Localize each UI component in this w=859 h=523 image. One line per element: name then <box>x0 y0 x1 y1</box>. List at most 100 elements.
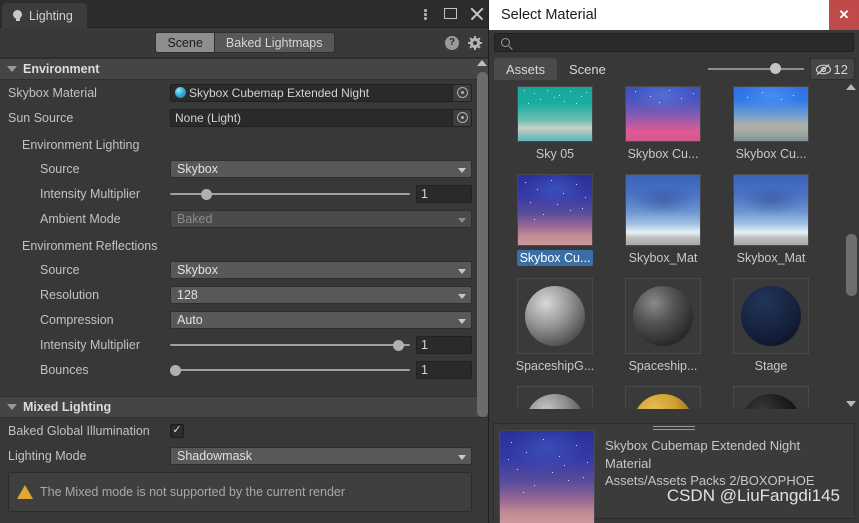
slider-refl-intensity-multiplier[interactable]: 1 <box>170 335 472 354</box>
asset-item[interactable] <box>501 386 609 409</box>
scrollbar-thumb[interactable] <box>477 72 488 417</box>
row-sun-source: Sun Source None (Light) <box>0 105 490 130</box>
tab-scene[interactable]: Scene <box>557 58 618 80</box>
visibility-badge[interactable]: 12 <box>809 58 855 80</box>
field-sun-source[interactable]: None (Light) <box>170 108 472 127</box>
maximize-button[interactable] <box>444 7 458 21</box>
chevron-down-icon <box>458 217 466 223</box>
asset-label: Skybox Cu... <box>735 147 807 161</box>
asset-item[interactable]: Skybox Cu... <box>609 86 717 162</box>
label-refl-bounces: Bounces <box>40 362 89 377</box>
dropdown-refl-compression[interactable]: Auto <box>170 310 472 329</box>
close-icon[interactable] <box>470 7 484 21</box>
material-icon <box>175 87 186 98</box>
lighting-toolbar-actions: ? <box>445 28 482 58</box>
label-env-intensity-multiplier: Intensity Multiplier <box>40 186 141 201</box>
dropdown-refl-resolution[interactable]: 128 <box>170 285 472 304</box>
scrollbar-thumb[interactable] <box>846 234 857 296</box>
asset-thumbnail <box>625 278 701 354</box>
asset-item[interactable]: Sky 05 <box>501 86 609 162</box>
eye-crossed-icon <box>815 63 832 76</box>
gear-icon[interactable] <box>468 36 482 50</box>
label-baked-global-illumination: Baked Global Illumination <box>8 423 150 438</box>
value-lighting-mode: Shadowmask <box>177 448 253 463</box>
chevron-down-icon <box>458 167 466 173</box>
slider-env-intensity-multiplier[interactable]: 1 <box>170 184 472 203</box>
lighting-vertical-scrollbar[interactable] <box>477 60 488 517</box>
asset-item[interactable] <box>717 386 825 409</box>
tabs-right-controls: 12 <box>707 58 855 80</box>
row-env-intensity-multiplier: Intensity Multiplier 1 <box>0 181 490 206</box>
asset-thumbnail <box>625 174 701 246</box>
scroll-down-icon[interactable] <box>846 401 856 407</box>
asset-thumbnail <box>733 278 809 354</box>
value-refl-bounces[interactable]: 1 <box>416 360 472 379</box>
group-label-environment-lighting: Environment Lighting <box>22 138 140 152</box>
value-refl-resolution: 128 <box>177 287 198 302</box>
label-ambient-mode: Ambient Mode <box>40 211 121 226</box>
tab-assets[interactable]: Assets <box>494 58 558 80</box>
search-input[interactable] <box>515 35 853 50</box>
search-box[interactable] <box>494 33 854 52</box>
asset-grid-scrollbar[interactable] <box>846 84 857 407</box>
row-ambient-mode: Ambient Mode Baked <box>0 206 490 231</box>
asset-item[interactable]: Skybox Cu... <box>501 174 609 266</box>
section-header-environment[interactable]: Environment <box>0 58 490 80</box>
row-skybox-material: Skybox Material Skybox Cubemap Extended … <box>0 80 490 105</box>
light-bulb-icon <box>12 10 23 21</box>
value-skybox-material: Skybox Cubemap Extended Night <box>189 85 370 100</box>
object-picker-icon[interactable] <box>452 109 471 126</box>
asset-thumbnail <box>517 386 593 409</box>
scroll-up-icon[interactable] <box>846 84 856 90</box>
slider-refl-bounces[interactable]: 1 <box>170 360 472 379</box>
thumbnail-size-slider[interactable] <box>707 59 804 79</box>
label-refl-compression: Compression <box>40 312 114 327</box>
lighting-scroll-body: Environment Skybox Material Skybox Cubem… <box>0 58 490 523</box>
warning-box-mixed-mode: The Mixed mode is not supported by the c… <box>8 472 472 512</box>
value-refl-intensity-multiplier[interactable]: 1 <box>416 335 472 354</box>
asset-thumbnail <box>733 386 809 409</box>
section-header-mixed-lighting[interactable]: Mixed Lighting <box>0 396 490 418</box>
asset-thumbnail <box>517 174 593 246</box>
asset-thumbnail <box>625 86 701 142</box>
asset-label-selected: Skybox Cu... <box>516 250 594 266</box>
dropdown-refl-source[interactable]: Skybox <box>170 260 472 279</box>
row-refl-compression: Compression Auto <box>0 307 490 332</box>
value-env-intensity-multiplier[interactable]: 1 <box>416 184 472 203</box>
tab-scene[interactable]: Scene <box>155 32 215 53</box>
row-env-lighting-source: Source Skybox <box>0 156 490 181</box>
asset-item[interactable]: Skybox_Mat <box>609 174 717 266</box>
object-picker-icon[interactable] <box>452 84 471 101</box>
checkbox-baked-global-illumination[interactable]: ✓ <box>170 423 184 438</box>
asset-item[interactable] <box>609 386 717 409</box>
close-icon[interactable]: ✕ <box>829 0 859 30</box>
asset-thumbnail <box>517 278 593 354</box>
scroll-up-icon[interactable] <box>477 60 487 66</box>
dropdown-env-lighting-source[interactable]: Skybox <box>170 159 472 178</box>
tab-baked-lightmaps[interactable]: Baked Lightmaps <box>214 32 335 53</box>
tab-lighting[interactable]: Lighting <box>2 3 87 28</box>
asset-item[interactable]: Skybox_Mat <box>717 174 825 266</box>
row-refl-source: Source Skybox <box>0 257 490 282</box>
row-lighting-mode: Lighting Mode Shadowmask <box>0 443 490 468</box>
asset-item[interactable]: SpaceshipG... <box>501 278 609 374</box>
watermark: CSDN @LiuFangdi145 <box>666 486 840 505</box>
dropdown-lighting-mode[interactable]: Shadowmask <box>170 446 472 465</box>
help-icon[interactable]: ? <box>445 36 459 50</box>
warning-icon <box>17 485 33 499</box>
asset-item[interactable]: Spaceship... <box>609 278 717 374</box>
warning-message: The Mixed mode is not supported by the c… <box>40 485 346 499</box>
asset-item[interactable]: Skybox Cu... <box>717 86 825 162</box>
asset-item[interactable]: Stage <box>717 278 825 374</box>
value-ambient-mode: Baked <box>177 211 213 226</box>
asset-thumbnail <box>625 386 701 409</box>
field-skybox-material[interactable]: Skybox Cubemap Extended Night <box>170 83 472 102</box>
resize-grip[interactable] <box>653 426 695 432</box>
label-sun-source: Sun Source <box>8 110 74 125</box>
asset-label: Spaceship... <box>628 359 698 373</box>
section-title-mixed-lighting: Mixed Lighting <box>23 400 112 414</box>
value-sun-source: None (Light) <box>175 110 242 125</box>
panel-menu-icon[interactable] <box>418 7 432 21</box>
preview-type: Material <box>605 455 652 471</box>
chevron-down-icon <box>458 318 466 324</box>
